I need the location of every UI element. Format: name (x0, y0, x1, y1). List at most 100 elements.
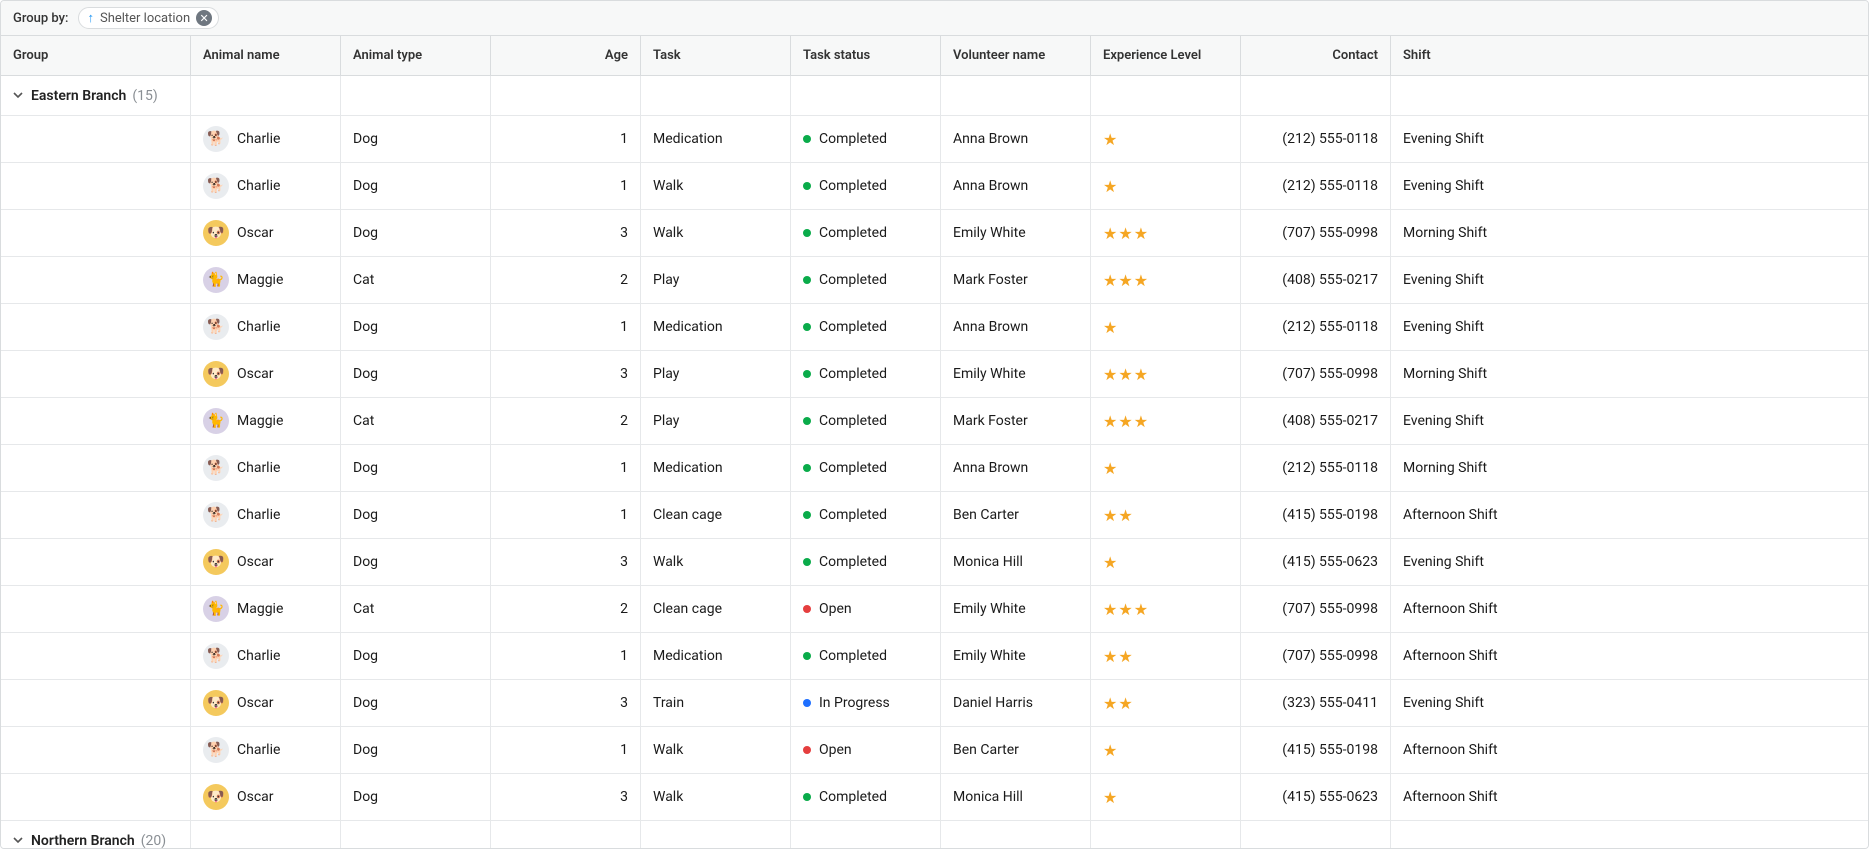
table-row[interactable]: 🐕CharlieDog1MedicationCompletedAnna Brow… (1, 304, 1868, 351)
avatar: 🐈 (203, 596, 229, 622)
col-header-status[interactable]: Task status (791, 36, 941, 75)
status-text: Completed (819, 507, 887, 523)
groupby-chip[interactable]: ↑ Shelter location ✕ (78, 7, 219, 29)
table-row[interactable]: 🐕CharlieDog1Clean cageCompletedBen Carte… (1, 492, 1868, 539)
cell-type: Dog (341, 727, 491, 773)
table-row[interactable]: 🐕CharlieDog1MedicationCompletedEmily Whi… (1, 633, 1868, 680)
cell-type: Dog (341, 210, 491, 256)
cell-animal: 🐕Charlie (191, 727, 341, 773)
cell-contact: (212) 555-0118 (1241, 163, 1391, 209)
cell-volunteer: Monica Hill (941, 774, 1091, 820)
cell-age: 1 (491, 633, 641, 679)
col-header-exp[interactable]: Experience Level (1091, 36, 1241, 75)
status-text: Open (819, 742, 852, 758)
animal-name: Maggie (237, 601, 283, 617)
cell-age: 3 (491, 210, 641, 256)
table-row[interactable]: 🐶OscarDog3WalkCompletedMonica Hill★(415)… (1, 539, 1868, 586)
cell-age: 1 (491, 727, 641, 773)
cell-status: Completed (791, 774, 941, 820)
cell-age: 3 (491, 774, 641, 820)
status-dot-icon (803, 417, 811, 425)
cell-volunteer: Mark Foster (941, 257, 1091, 303)
group-toggle[interactable]: Eastern Branch(15) (1, 76, 191, 115)
cell-volunteer: Anna Brown (941, 116, 1091, 162)
cell-shift: Morning Shift (1391, 351, 1541, 397)
table-row[interactable]: 🐶OscarDog3WalkCompletedMonica Hill★(415)… (1, 774, 1868, 821)
cell-exp: ★ (1091, 774, 1241, 820)
col-header-volunteer[interactable]: Volunteer name (941, 36, 1091, 75)
sort-asc-icon[interactable]: ↑ (87, 12, 94, 25)
status-text: Completed (819, 460, 887, 476)
cell-shift: Evening Shift (1391, 116, 1541, 162)
table-row[interactable]: 🐶OscarDog3TrainIn ProgressDaniel Harris★… (1, 680, 1868, 727)
animal-name: Oscar (237, 366, 274, 382)
status-text: Completed (819, 319, 887, 335)
table-row[interactable]: 🐈MaggieCat2PlayCompletedMark Foster★★★(4… (1, 398, 1868, 445)
col-header-animal[interactable]: Animal name (191, 36, 341, 75)
animal-name: Charlie (237, 319, 280, 335)
col-header-contact[interactable]: Contact (1241, 36, 1391, 75)
cell-type: Dog (341, 116, 491, 162)
table-row[interactable]: 🐶OscarDog3PlayCompletedEmily White★★★(70… (1, 351, 1868, 398)
table-row[interactable]: 🐶OscarDog3WalkCompletedEmily White★★★(70… (1, 210, 1868, 257)
avatar: 🐕 (203, 126, 229, 152)
close-icon[interactable]: ✕ (196, 10, 212, 26)
cell-volunteer: Ben Carter (941, 492, 1091, 538)
cell-contact: (707) 555-0998 (1241, 210, 1391, 256)
cell-age: 1 (491, 492, 641, 538)
cell-shift: Afternoon Shift (1391, 633, 1541, 679)
cell-contact: (408) 555-0217 (1241, 257, 1391, 303)
col-header-task[interactable]: Task (641, 36, 791, 75)
star-icon: ★★★ (1103, 271, 1149, 290)
cell-animal: 🐶Oscar (191, 680, 341, 726)
col-header-type[interactable]: Animal type (341, 36, 491, 75)
cell-contact: (415) 555-0623 (1241, 774, 1391, 820)
cell-age: 2 (491, 586, 641, 632)
cell-task: Walk (641, 163, 791, 209)
cell-shift: Evening Shift (1391, 163, 1541, 209)
cell-volunteer: Anna Brown (941, 304, 1091, 350)
group-row[interactable]: Northern Branch(20) (1, 821, 1868, 848)
table-row[interactable]: 🐕CharlieDog1WalkOpenBen Carter★(415) 555… (1, 727, 1868, 774)
animal-name: Charlie (237, 460, 280, 476)
col-header-shift[interactable]: Shift (1391, 36, 1541, 75)
cell-task: Train (641, 680, 791, 726)
animal-name: Charlie (237, 131, 280, 147)
cell-exp: ★★ (1091, 633, 1241, 679)
grid-scroll[interactable]: GroupAnimal nameAnimal typeAgeTaskTask s… (1, 36, 1868, 848)
cell-contact: (408) 555-0217 (1241, 398, 1391, 444)
cell-contact: (707) 555-0998 (1241, 586, 1391, 632)
cell-volunteer: Mark Foster (941, 398, 1091, 444)
star-icon: ★ (1103, 553, 1118, 572)
animal-name: Oscar (237, 554, 274, 570)
animal-name: Oscar (237, 789, 274, 805)
cell-type: Dog (341, 680, 491, 726)
star-icon: ★★ (1103, 694, 1134, 713)
cell-task: Walk (641, 539, 791, 585)
star-icon: ★ (1103, 788, 1118, 807)
group-row[interactable]: Eastern Branch(15) (1, 76, 1868, 116)
table-row[interactable]: 🐈MaggieCat2PlayCompletedMark Foster★★★(4… (1, 257, 1868, 304)
cell-volunteer: Ben Carter (941, 727, 1091, 773)
col-header-group[interactable]: Group (1, 36, 191, 75)
avatar: 🐕 (203, 502, 229, 528)
groupby-chip-text: Shelter location (100, 11, 190, 26)
table-row[interactable]: 🐈MaggieCat2Clean cageOpenEmily White★★★(… (1, 586, 1868, 633)
cell-age: 1 (491, 163, 641, 209)
cell-animal: 🐕Charlie (191, 163, 341, 209)
cell-type: Cat (341, 586, 491, 632)
cell-volunteer: Daniel Harris (941, 680, 1091, 726)
cell-contact: (212) 555-0118 (1241, 304, 1391, 350)
table-row[interactable]: 🐕CharlieDog1MedicationCompletedAnna Brow… (1, 116, 1868, 163)
status-dot-icon (803, 370, 811, 378)
status-text: Completed (819, 225, 887, 241)
status-text: In Progress (819, 695, 890, 711)
group-toggle[interactable]: Northern Branch(20) (1, 821, 191, 848)
status-dot-icon (803, 229, 811, 237)
cell-type: Dog (341, 445, 491, 491)
cell-task: Clean cage (641, 492, 791, 538)
table-row[interactable]: 🐕CharlieDog1WalkCompletedAnna Brown★(212… (1, 163, 1868, 210)
cell-task: Clean cage (641, 586, 791, 632)
col-header-age[interactable]: Age (491, 36, 641, 75)
table-row[interactable]: 🐕CharlieDog1MedicationCompletedAnna Brow… (1, 445, 1868, 492)
